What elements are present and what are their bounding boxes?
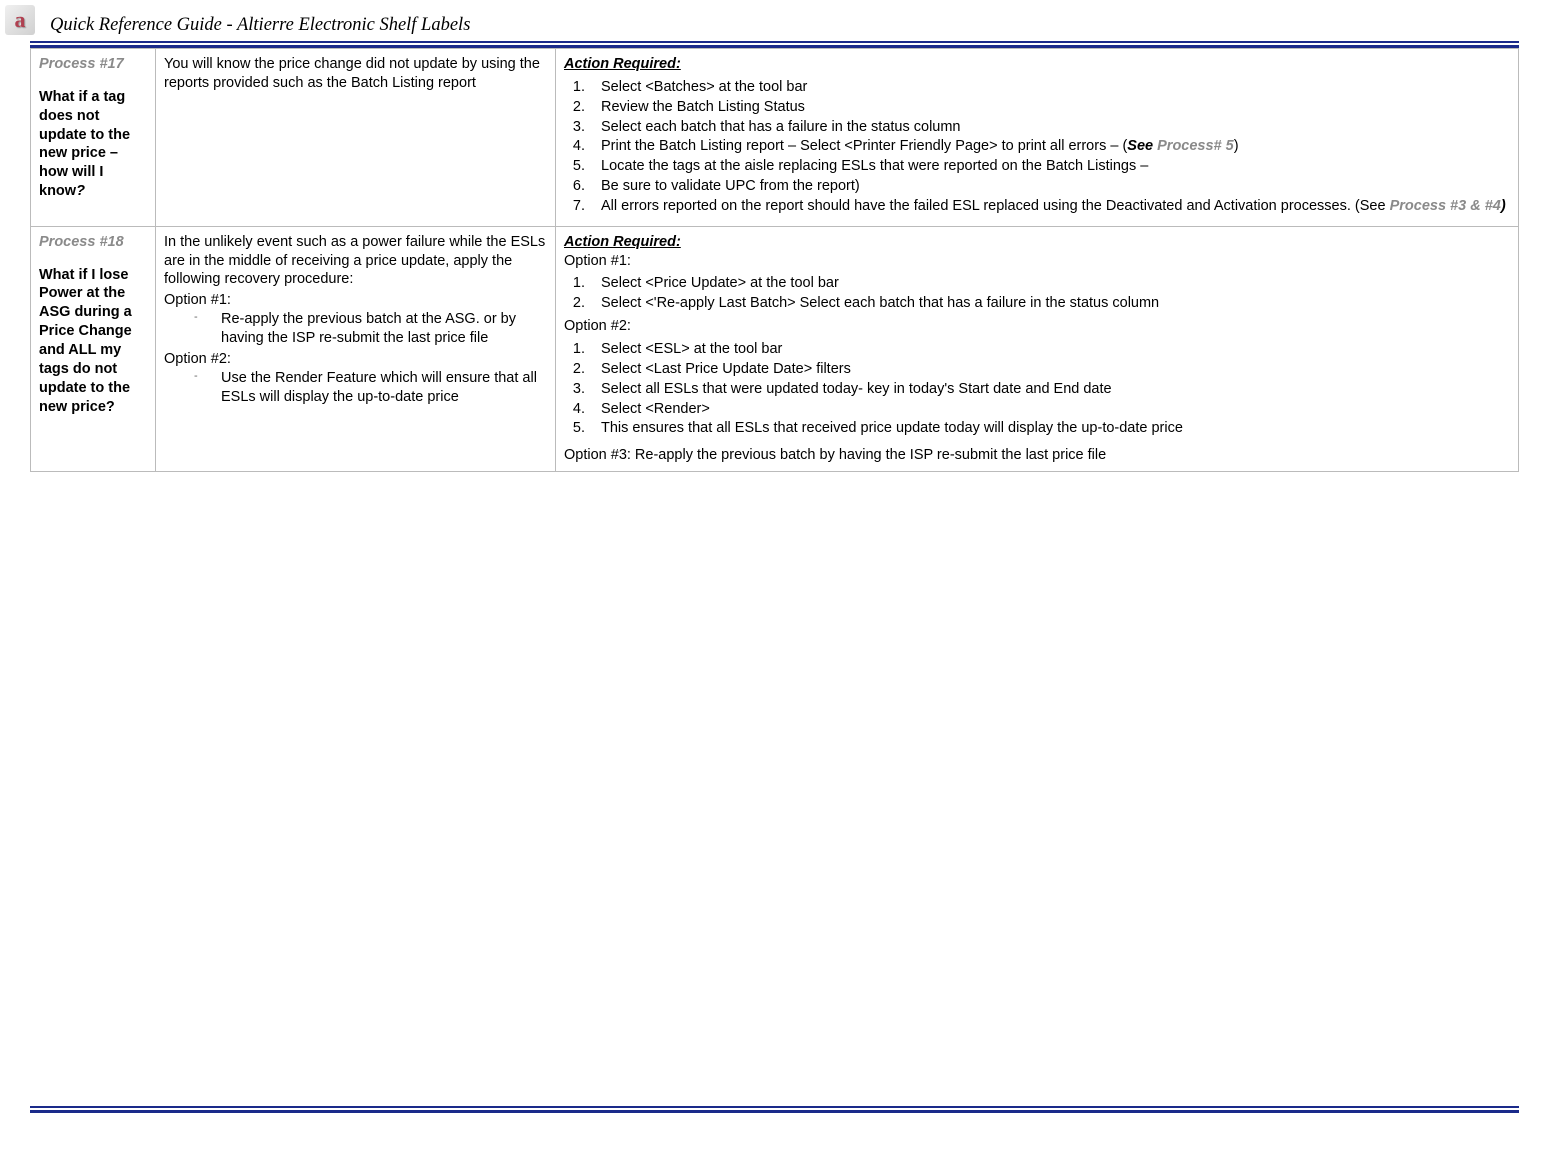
option-heading: Option #1: bbox=[564, 252, 1510, 271]
list-item: Select <Render> bbox=[589, 400, 1510, 419]
table-row: Process #18 What if I lose Power at the … bbox=[31, 226, 1519, 471]
list-item: Select <Last Price Update Date> filters bbox=[589, 360, 1510, 379]
desc-intro: In the unlikely event such as a power fa… bbox=[164, 233, 547, 290]
action-steps-list: Select <ESL> at the tool bar Select <Las… bbox=[564, 340, 1510, 438]
list-item: Review the Batch Listing Status bbox=[589, 98, 1510, 117]
option-bullets: Use the Render Feature which will ensure… bbox=[164, 369, 547, 407]
process-title: What if I lose Power at the ASG during a… bbox=[39, 266, 147, 417]
list-item: Re-apply the previous batch at the ASG. … bbox=[189, 310, 547, 348]
step-text: All errors reported on the report should… bbox=[601, 198, 1390, 214]
action-cell: Action Required: Option #1: Select <Pric… bbox=[556, 226, 1519, 471]
footer-divider bbox=[30, 1106, 1519, 1113]
action-steps-list: Select <Batches> at the tool bar Review … bbox=[564, 78, 1510, 216]
list-item: Locate the tags at the aisle replacing E… bbox=[589, 157, 1510, 176]
step-text: Print the Batch Listing report – Select … bbox=[601, 138, 1127, 154]
see-label: See bbox=[1127, 138, 1157, 154]
option-bullets: Re-apply the previous batch at the ASG. … bbox=[164, 310, 547, 348]
table-row: Process #17 What if a tag does not updat… bbox=[31, 49, 1519, 227]
option-label: Option #1: bbox=[164, 291, 547, 310]
list-item: Select <ESL> at the tool bar bbox=[589, 340, 1510, 359]
process-table: Process #17 What if a tag does not updat… bbox=[30, 48, 1519, 472]
process-cell: Process #17 What if a tag does not updat… bbox=[31, 49, 156, 227]
list-item: Select all ESLs that were updated today-… bbox=[589, 380, 1510, 399]
list-item: All errors reported on the report should… bbox=[589, 197, 1510, 216]
process-ref: Process# 5 bbox=[1157, 138, 1234, 154]
option-label: Option #2: bbox=[164, 350, 547, 369]
process-table-wrap: Process #17 What if a tag does not updat… bbox=[0, 48, 1549, 472]
list-item: Select <Batches> at the tool bar bbox=[589, 78, 1510, 97]
process-ref: Process #3 & #4 bbox=[1390, 198, 1501, 214]
list-item: Print the Batch Listing report – Select … bbox=[589, 137, 1510, 156]
description-cell: You will know the price change did not u… bbox=[156, 49, 556, 227]
action-required-heading: Action Required: bbox=[564, 234, 681, 250]
list-item: This ensures that all ESLs that received… bbox=[589, 419, 1510, 438]
action-required-heading: Action Required: bbox=[564, 56, 681, 72]
process-cell: Process #18 What if I lose Power at the … bbox=[31, 226, 156, 471]
process-number: Process #17 bbox=[39, 55, 147, 74]
list-item: Use the Render Feature which will ensure… bbox=[189, 369, 547, 407]
paren-close: ) bbox=[1234, 138, 1239, 154]
process-number: Process #18 bbox=[39, 233, 147, 252]
page-title: Quick Reference Guide - Altierre Electro… bbox=[0, 0, 1549, 39]
action-cell: Action Required: Select <Batches> at the… bbox=[556, 49, 1519, 227]
paren-close: ) bbox=[1501, 198, 1506, 214]
description-cell: In the unlikely event such as a power fa… bbox=[156, 226, 556, 471]
list-item: Select <'Re-apply Last Batch> Select eac… bbox=[589, 294, 1510, 313]
list-item: Select <Price Update> at the tool bar bbox=[589, 274, 1510, 293]
list-item: Select each batch that has a failure in … bbox=[589, 118, 1510, 137]
action-steps-list: Select <Price Update> at the tool bar Se… bbox=[564, 274, 1510, 313]
process-title: What if a tag does not update to the new… bbox=[39, 88, 147, 201]
option3-text: Option #3: Re-apply the previous batch b… bbox=[564, 446, 1510, 465]
list-item: Be sure to validate UPC from the report) bbox=[589, 177, 1510, 196]
logo-icon: a bbox=[5, 5, 35, 35]
header-divider bbox=[30, 41, 1519, 48]
question-mark: ? bbox=[76, 183, 85, 199]
option-heading: Option #2: bbox=[564, 317, 1510, 336]
